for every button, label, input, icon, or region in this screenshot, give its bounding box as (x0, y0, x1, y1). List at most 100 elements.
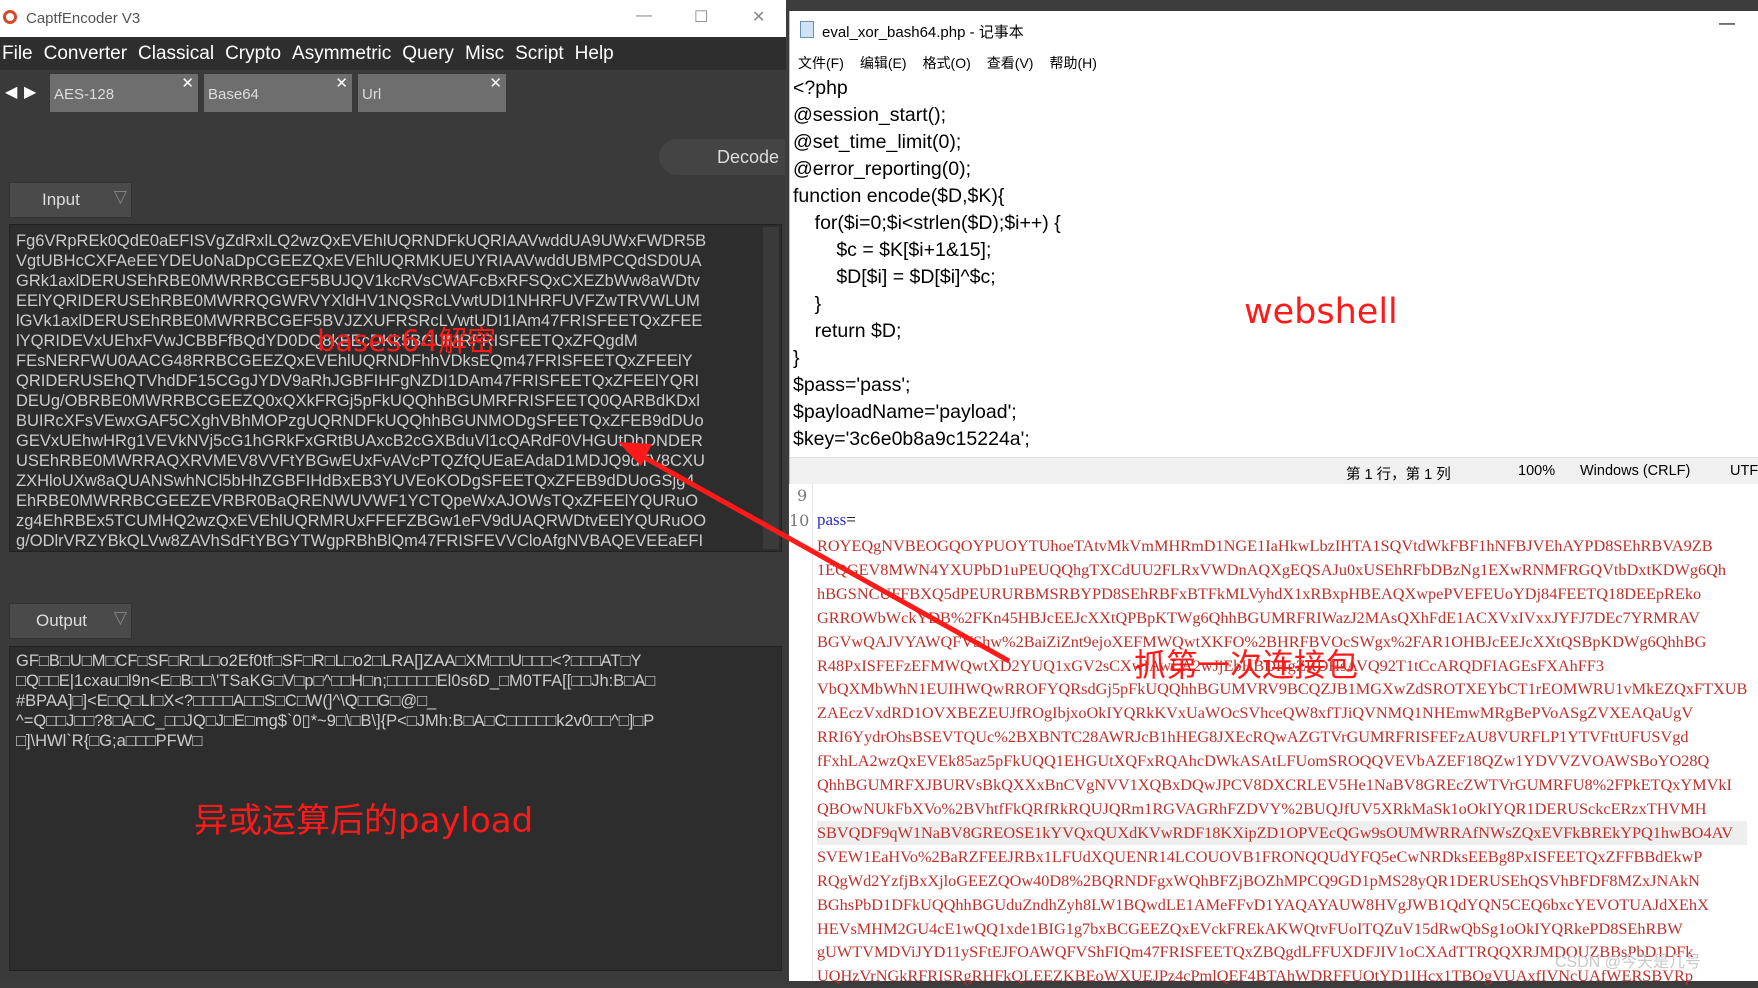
output-line: ^=Q□□J□□?8□A□C_□□JQ□J□E□mg$`0▯*~9□\□B\]{… (16, 712, 655, 730)
menu-file[interactable]: File (2, 37, 33, 70)
notepad-title: eval_xor_bash64.php - 记事本 (822, 24, 1024, 41)
status-bar: 第 1 行，第 1 列 100% Windows (CRLF) UTF (790, 457, 1758, 485)
tab-label: AES-128 (54, 86, 115, 103)
payload-line: ZAEczVxdRD1OVXBEZEUJfROgIbjxoOkIYQRkKVxU… (817, 703, 1694, 723)
payload-line: RRI6YydrOhsBSEVTQUc%2BXBNTC28AWRJcB1hHEG… (817, 727, 1689, 747)
input-label: Input (42, 190, 80, 209)
input-line: QRIDERUSEhQTVhdDF15CGgJYDV9aRhJGBFIHFgNZ… (16, 372, 700, 390)
menu-converter[interactable]: Converter (44, 37, 127, 70)
minimize-icon[interactable]: — (1719, 15, 1735, 33)
output-line: #BPAA]□]<E□Q□Ll□X<?□□□□A□□S□C□W(]^\Q□□G□… (16, 692, 437, 710)
watermark: CSDN @今天是几号 (1555, 954, 1702, 971)
input-line: EElYQRIDERUSEhRBE0MWRRQGWRVYXldHV1NQSRcL… (16, 292, 700, 310)
request-editor[interactable]: 9 10 pass= ROYEQgNVBEOGQOYPUOYTUhoeTAtvM… (789, 484, 1758, 985)
input-format-select[interactable]: Input ▽ (9, 182, 132, 218)
annotation-xor-payload: 异或运算后的payload (194, 801, 534, 841)
line-number-gutter: 9 10 (789, 484, 813, 981)
payload-text: ROYEQgNVBEOGQOYPUOYTUhoeTAtvMkVmMHRmD1NG… (817, 534, 1748, 988)
zoom-level: 100% (1518, 463, 1556, 479)
tab-aes-128[interactable]: AES-128 ✕ (50, 74, 198, 112)
payload-line: BGhsPbD1DFkUQQhhBGUduZndhZyh8LW1BQwdLE1A… (817, 894, 1709, 914)
menu-view[interactable]: 查看(V) (987, 53, 1034, 75)
payload-line: SVEW1EaHVo%2BaRZFEEJRBx1LFUdXQUENR14LCOU… (817, 846, 1703, 866)
notepad-window: eval_xor_bash64.php - 记事本 — 文件(F) 编辑(E) … (789, 11, 1758, 485)
payload-line: ROYEQgNVBEOGQOYPUOYTUhoeTAtvMkVmMHRmD1NG… (817, 536, 1713, 555)
output-line: □Q□□E|1cxau□l9n<E□B□□\'TSaKG□V□p□^□□H□n;… (16, 672, 656, 690)
input-line: zg4EhRBEx5TCUMHQ2wzQxEVEhlUQRMRUxFFEFZBG… (16, 512, 707, 530)
notepad-menu-bar: 文件(F) 编辑(E) 格式(O) 查看(V) 帮助(H) (790, 53, 1105, 75)
menu-file[interactable]: 文件(F) (798, 53, 844, 75)
cursor-position: 第 1 行，第 1 列 (1346, 467, 1451, 483)
input-line: DEUg/OBRBE0MWRRBCGEEZQ0xQXkFRGj5pFkUQQhh… (16, 392, 700, 410)
input-scrollbar[interactable] (763, 227, 779, 549)
minimize-icon[interactable]: — (636, 7, 652, 25)
input-line: Fg6VRpREk0QdE0aEFISVgZdRxlLQ2wzQxEVEhlUQ… (16, 232, 707, 250)
window-title: CaptfEncoder V3 (26, 10, 141, 27)
tab-base64[interactable]: Base64 ✕ (204, 74, 352, 112)
tab-bar: ◀ ▶ AES-128 ✕ Base64 ✕ Url ✕ (0, 72, 786, 114)
payload-line: QhhBGUMRFXJBURVsBkQXXxBnCVgNVV1XQBxDQwJP… (817, 775, 1732, 795)
menu-crypto[interactable]: Crypto (225, 37, 281, 70)
menu-asymmetric[interactable]: Asymmetric (292, 37, 391, 70)
output-line: GF□B□U□M□CF□SF□R□L□o2Ef0tf□SF□R□L□o2□LRA… (16, 652, 642, 670)
annotation-webshell: webshell (1244, 292, 1398, 332)
equals-sign: = (846, 510, 856, 529)
input-line: USEhRBE0MWRRAQXRVMEV8VVFtYBGwEUxFvAVcPTQ… (16, 452, 705, 470)
param-name: pass (817, 510, 847, 529)
input-line: EhRBE0MWRRBCGEEZEVRBR0BaQRENWUVWF1YCTQpe… (16, 492, 699, 510)
tab-next-icon[interactable]: ▶ (24, 82, 36, 102)
menu-help[interactable]: Help (575, 37, 614, 70)
dropdown-arrow-icon: ▽ (113, 187, 127, 206)
payload-line: QBOwNUkFbXVo%2BVhtfFkQRfRkRQUJQRm1RGVAGR… (817, 798, 1707, 818)
input-line: GEVxUEhwHRg1VEVkNVj5cG1hGRkFxGRtBUAxcB2c… (16, 432, 703, 450)
notepad-text-area[interactable]: <?php @session_start(); @set_time_limit(… (793, 75, 1061, 453)
payload-line: hBGSNCUFFBXQ5dPEURURBMSRBYPD8SEhRBFxBTFk… (817, 583, 1702, 603)
annotation-capture: 抓第一次连接包 (1134, 646, 1359, 684)
payload-line: GRROWbWckYDB%2FKn45HBJcEEJcXXtQPBpKTWg6Q… (817, 607, 1701, 627)
close-icon[interactable]: ✕ (752, 7, 765, 27)
input-line: GRk1axlDERUSEhRBE0MWRRBCGEF5BUJQV1kcRVsC… (16, 272, 700, 290)
line-ending: Windows (CRLF) (1580, 463, 1691, 479)
payload-line: RQgWd2YzfjBxXjloGEEZQOw40D8%2BQRNDFgxWQh… (817, 870, 1700, 890)
close-tab-icon[interactable]: ✕ (489, 74, 502, 92)
input-line: ZXHloUXw8aQUANSwhNCl5bHhZGBFIHdBxEB3YUVE… (16, 472, 695, 490)
input-line: g/ODlrVRZYBkQLVw8ZAVhSdFtYBGYTWgpRBhBlQm… (16, 532, 704, 550)
tab-label: Url (362, 86, 382, 103)
payload-line: SBVQDF9qW1NaBV8GREOSE1kYVQxQUXdKVwRDF18K… (817, 820, 1748, 845)
output-line: □]\HWl`R{□G;a□□□PFW□ (16, 732, 203, 750)
menu-query[interactable]: Query (402, 37, 454, 70)
maximize-icon[interactable]: ☐ (694, 7, 708, 27)
line-number: 10 (789, 511, 810, 530)
annotation-base64-decode: bases64解密 (317, 324, 497, 358)
title-bar: CaptfEncoder V3 — ☐ ✕ (0, 0, 786, 37)
payload-line: fFxhLA2wzQxEVEk85az5pFkUQQ1EHGUtXQFxRQAh… (817, 751, 1710, 771)
menu-bar: File Converter Classical Crypto Asymmetr… (0, 37, 786, 70)
app-logo-icon (3, 10, 17, 24)
payload-line: HEVsMHM2GU4cE1wQQ1xde1BIG1g7bxBCGEEZQxEV… (817, 918, 1683, 938)
menu-help[interactable]: 帮助(H) (1049, 53, 1096, 75)
menu-misc[interactable]: Misc (465, 37, 504, 70)
close-tab-icon[interactable]: ✕ (181, 74, 194, 92)
param-line: pass= (817, 510, 856, 530)
output-format-select[interactable]: Output ▽ (9, 603, 132, 639)
menu-script[interactable]: Script (515, 37, 564, 70)
payload-line: 1EQGEV8MWN4YXUPbD1uPEUQQhgTXCdUU2FLRxVWD… (817, 559, 1727, 579)
menu-format[interactable]: 格式(O) (923, 53, 971, 75)
tab-url[interactable]: Url ✕ (358, 74, 506, 112)
menu-classical[interactable]: Classical (138, 37, 214, 70)
tab-label: Base64 (208, 86, 259, 103)
tab-prev-icon[interactable]: ◀ (5, 82, 17, 102)
line-number: 9 (797, 486, 808, 505)
output-label: Output (36, 611, 88, 630)
input-line: BUIRcXFsVEwxGAF5CXghVBhMOPzgUQRNDFkUQQhh… (16, 412, 704, 430)
input-line: VgtUBHcCXFAeEEYDEUoNaDpCGEEZQxEVEhlUQRMK… (16, 252, 702, 270)
menu-edit[interactable]: 编辑(E) (860, 53, 907, 75)
dropdown-arrow-icon: ▽ (113, 608, 127, 627)
decode-button[interactable]: Decode (659, 139, 785, 175)
decode-label: Decode (716, 147, 779, 167)
close-tab-icon[interactable]: ✕ (335, 74, 348, 92)
encoding: UTF (1730, 463, 1758, 479)
input-textarea[interactable]: Fg6VRpREk0QdE0aEFISVgZdRxlLQ2wzQxEVEhlUQ… (9, 224, 782, 552)
notepad-icon (800, 21, 814, 38)
notepad-title-bar: eval_xor_bash64.php - 记事本 — (790, 11, 1758, 49)
